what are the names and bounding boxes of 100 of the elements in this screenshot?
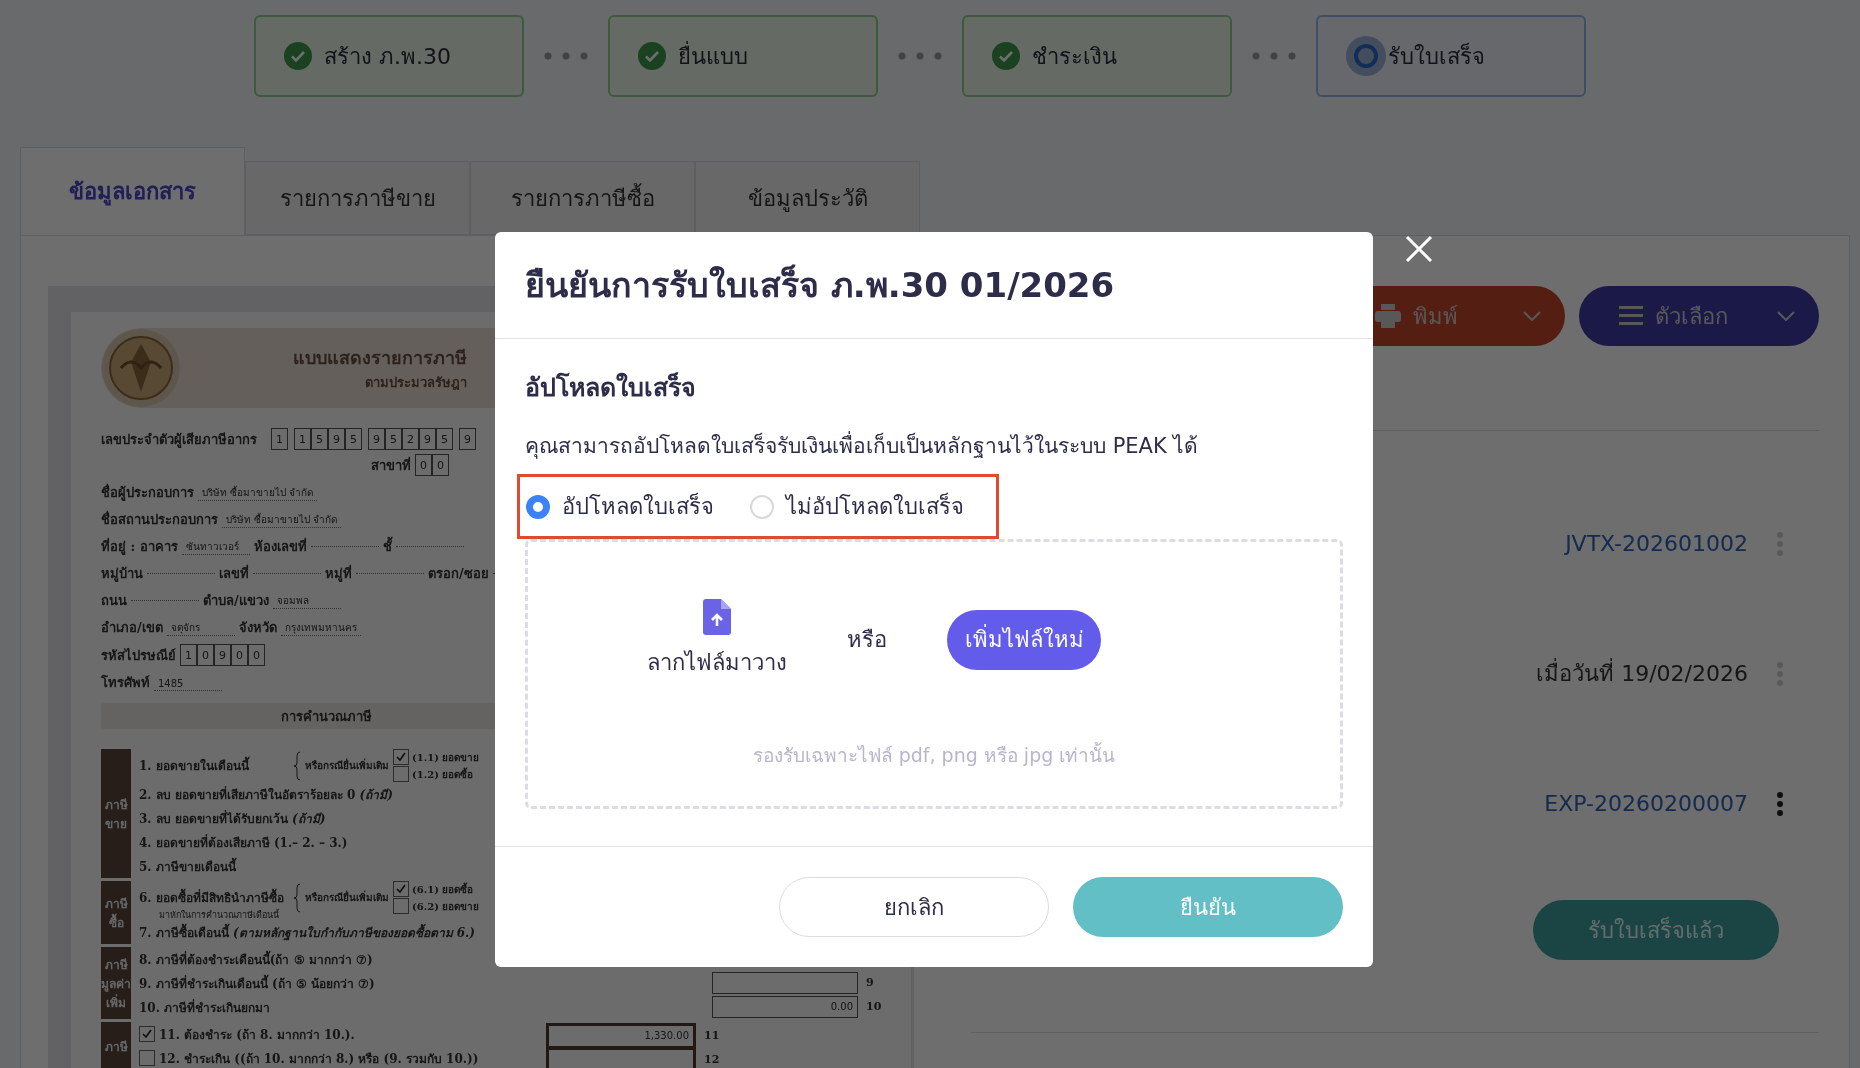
file-type-hint: รองรับเฉพาะไฟล์ pdf, png หรือ jpg เท่านั้น bbox=[752, 741, 1116, 768]
document-link[interactable]: EXP-20260200007 bbox=[1544, 791, 1748, 816]
cancel-button[interactable]: ยกเลิก bbox=[779, 877, 1049, 937]
receipt-received-button[interactable]: รับใบเสร็จแล้ว bbox=[1533, 900, 1779, 960]
line-number: 9 bbox=[866, 976, 874, 989]
radio-option[interactable]: ไม่อัปโหลดใบเสร็จ bbox=[750, 489, 964, 524]
check-circle-icon bbox=[638, 42, 666, 70]
close-icon[interactable] bbox=[1405, 235, 1433, 263]
form-label: ตำบล/แขวง bbox=[203, 592, 269, 610]
section-title: อัปโหลดใบเสร็จ bbox=[525, 371, 697, 404]
chevron-down-icon bbox=[1777, 311, 1795, 321]
line-number: 11 bbox=[704, 1029, 720, 1042]
form-label: ตรอก/ซอย bbox=[428, 565, 489, 583]
date-text: เมื่อวันที่ 19/02/2026 bbox=[1536, 656, 1748, 691]
radio-option[interactable]: อัปโหลดใบเสร็จ bbox=[526, 489, 714, 524]
progress-ring-icon bbox=[1346, 36, 1386, 76]
radio-button[interactable] bbox=[526, 494, 550, 519]
digit-box: 9 bbox=[368, 428, 385, 450]
group-label: ภาษี มูลค่า เพิ่ม bbox=[101, 947, 131, 1019]
form-value: 1485 bbox=[158, 677, 184, 689]
tab[interactable]: ข้อมูลประวัติ bbox=[695, 161, 920, 235]
step-label: ยื่นแบบ bbox=[678, 40, 748, 71]
or-text: หรือ bbox=[847, 626, 887, 654]
form-label: ชื่อผู้ประกอบการ bbox=[101, 482, 194, 503]
fill-in-line bbox=[310, 546, 379, 547]
digit-box: 1 bbox=[271, 428, 288, 450]
fill-in-line bbox=[395, 546, 464, 547]
check-circle-icon bbox=[992, 42, 1020, 70]
digit-box: 0 bbox=[231, 644, 248, 666]
check-circle-icon bbox=[284, 42, 312, 70]
form-note: มาหักในการคำนวณภาษีเดือนนี้ bbox=[159, 911, 280, 920]
options-button[interactable]: ตัวเลือก bbox=[1579, 286, 1819, 346]
step-label: รับใบเสร็จ bbox=[1388, 41, 1485, 71]
file-drop-zone[interactable]: ลากไฟล์มาวาง หรือ เพิ่มไฟล์ใหม่ รองรับเฉพาะไฟล์ pdf, png หรือ jpg เท่านั้น bbox=[525, 539, 1343, 809]
tab[interactable]: รายการภาษีขาย bbox=[245, 161, 470, 235]
form-value: กรุงเทพมหานคร bbox=[284, 622, 357, 633]
form-label: หมู่บ้าน bbox=[101, 565, 143, 584]
fill-in-line bbox=[356, 573, 424, 574]
form-item-text: 1. ยอดขายในเดือนนี้ bbox=[139, 756, 289, 775]
digit-box: 5 bbox=[385, 428, 402, 450]
form-label: ห้องเลขที่ bbox=[253, 536, 307, 556]
form-label: จังหวัด bbox=[238, 619, 277, 637]
confirm-button[interactable]: ยืนยัน bbox=[1073, 877, 1343, 937]
line-number: 10 bbox=[866, 1000, 882, 1013]
step-label: ชำระเงิน bbox=[1032, 42, 1117, 71]
chevron-down-icon bbox=[1523, 311, 1541, 321]
form-item-text: 9. ภาษีที่ชำระเกินเดือนนี้ (ถ้า ⑤ น้อยกว่า ⑦) bbox=[139, 973, 375, 993]
tab[interactable]: ข้อมูลเอกสาร bbox=[20, 147, 245, 235]
brace-icon bbox=[293, 882, 301, 913]
form-item-text: 2. ลบ ยอดขายที่เสียภาษีในอัตราร้อยละ 0 (ถ้ามี) bbox=[139, 785, 393, 804]
digit-box: 0 bbox=[432, 454, 449, 476]
form-item-text: 4. ยอดขายที่ต้องเสียภาษี (1.– 2. – 3.) bbox=[139, 833, 348, 852]
form-label: โทรศัพท์ bbox=[101, 674, 150, 692]
form-label: รหัสไปรษณีย์ bbox=[101, 646, 176, 665]
form-value: บริษัท ซื้อมาขายไป จำกัด bbox=[202, 487, 314, 498]
form-label: เลขประจำตัวผู้เสียภาษีอากร bbox=[101, 430, 257, 450]
digit-box: 9 bbox=[459, 428, 476, 450]
form-value: บริษัท ซื้อมาขายไป จำกัด bbox=[226, 514, 338, 525]
option-text: (1.1) ยอดขาย bbox=[412, 750, 480, 765]
step-connector bbox=[1252, 52, 1296, 60]
document-link[interactable]: JVTX-202601002 bbox=[1565, 531, 1748, 556]
group-label: ภาษี bbox=[101, 1022, 131, 1068]
form-item-text: 3. ลบ ยอดขายที่ได้รับยกเว้น (ถ้ามี) bbox=[139, 809, 326, 828]
form-item-text: 12. ชำระเกิน ((ถ้า 10. มากกว่า 8.) หรือ (9. รวมกับ 10.)) bbox=[159, 1050, 479, 1068]
fill-in-line bbox=[253, 573, 321, 574]
form-title: แบบแสดงรายการภาษี bbox=[293, 346, 467, 370]
digit-box: 1 bbox=[294, 428, 311, 450]
form-label: ชื่อสถานประกอบการ bbox=[101, 509, 218, 529]
form-label: ที่อยู่ : อาคาร bbox=[101, 536, 178, 557]
tab[interactable]: รายการภาษีซื้อ bbox=[470, 161, 695, 235]
form-item-text: 6. ยอดซื้อที่มีสิทธินำภาษีซื้อ bbox=[139, 888, 289, 907]
form-item-text: หรือกรณียื่นเพิ่มเติม bbox=[305, 758, 389, 773]
group-label: ภาษี ซื้อ bbox=[101, 881, 131, 944]
step-connector bbox=[898, 52, 942, 60]
digit-box: 9 bbox=[328, 428, 345, 450]
drag-hint: ลากไฟล์มาวาง bbox=[647, 649, 787, 677]
form-item-text: 8. ภาษีที่ต้องชำระเดือนนี้(ถ้า ⑤ มากกว่า ⑦) bbox=[139, 949, 373, 969]
option-text: (1.2) ยอดซื้อ bbox=[412, 766, 474, 782]
section-title: การคำนวณภาษี bbox=[281, 707, 372, 726]
file-upload-icon bbox=[703, 599, 731, 635]
form-value: จตุจักร bbox=[170, 622, 200, 633]
digit-box: 9 bbox=[419, 428, 436, 450]
digit-box: 2 bbox=[402, 428, 419, 450]
digit-box: 0 bbox=[197, 644, 214, 666]
digit-box: 5 bbox=[345, 428, 362, 450]
more-icon[interactable] bbox=[1776, 791, 1784, 816]
digit-box: 5 bbox=[311, 428, 328, 450]
form-label: ถนน bbox=[101, 592, 127, 610]
form-label: หมู่ที่ bbox=[325, 563, 352, 584]
add-file-button[interactable]: เพิ่มไฟล์ใหม่ bbox=[947, 609, 1101, 670]
menu-icon bbox=[1619, 306, 1643, 326]
description-text: คุณสามารถอัปโหลดใบเสร็จรับเงินเพื่อเก็บเป็นหลักฐานไว้ในระบบ PEAK ได้ bbox=[525, 429, 1343, 462]
digit-box: 9 bbox=[214, 644, 231, 666]
amount-value: 0.00 bbox=[830, 1001, 853, 1012]
digit-box: 5 bbox=[436, 428, 453, 450]
seal-icon bbox=[101, 328, 181, 408]
step-label: สร้าง ภ.พ.30 bbox=[324, 42, 451, 71]
brace-icon bbox=[293, 750, 301, 781]
digit-box: 0 bbox=[415, 454, 432, 476]
form-item-text: 11. ต้องชำระ (ถ้า 8. มากกว่า 10.). bbox=[159, 1026, 355, 1044]
